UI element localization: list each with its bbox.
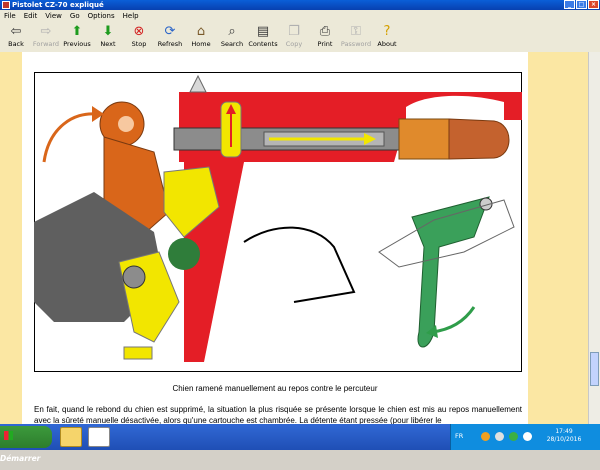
about-button[interactable]: ? About <box>371 24 403 51</box>
menu-view[interactable]: View <box>41 10 66 22</box>
menu-help[interactable]: Help <box>119 10 143 22</box>
clock-date: 28/10/2016 <box>546 436 582 443</box>
print-button[interactable]: ⎙ Print <box>309 24 341 51</box>
menu-options[interactable]: Options <box>84 10 119 22</box>
password-button[interactable]: ⚿ Password <box>340 24 372 51</box>
maximize-icon[interactable]: □ <box>576 0 587 9</box>
figure-caption: Chien ramené manuellement au repos contr… <box>172 384 378 393</box>
page-margin-left <box>0 52 22 424</box>
stop-button[interactable]: ⊗ Stop <box>123 24 155 51</box>
stop-icon: ⊗ <box>133 24 145 39</box>
page-margin-right <box>528 52 588 424</box>
scrollbar-thumb[interactable] <box>590 352 599 386</box>
clock[interactable]: 17:49 28/10/2016 <box>530 428 598 444</box>
copy-button[interactable]: ❐ Copy <box>278 24 310 51</box>
trigger-bar-disc <box>168 238 200 270</box>
home-icon: ⌂ <box>196 24 206 39</box>
toolbar: ⇦ Back ⇨ Forward ⬆ Previous ⬇ Next ⊗ Sto… <box>0 22 600 53</box>
cartridge-bullet <box>448 118 510 160</box>
refresh-button[interactable]: ⟳ Refresh <box>154 24 186 51</box>
back-button[interactable]: ⇦ Back <box>0 24 32 51</box>
search-button[interactable]: ⌕ Search <box>216 24 248 51</box>
printer-icon: ⎙ <box>319 24 331 39</box>
mainspring <box>123 346 153 360</box>
down-arrow-icon: ⬇ <box>102 24 114 39</box>
window-controls: _ □ × <box>564 0 599 10</box>
pistolet-app-taskbar-icon[interactable] <box>88 427 110 447</box>
hammer-pivot-mark <box>118 116 134 132</box>
pistol-mechanism-diagram <box>34 72 522 372</box>
app-icon <box>2 1 10 9</box>
vertical-scrollbar[interactable] <box>588 52 600 424</box>
tray-network-icon[interactable] <box>495 432 504 441</box>
forward-button[interactable]: ⇨ Forward <box>30 24 62 51</box>
back-arrow-icon: ⇦ <box>10 24 22 39</box>
explorer-folder-icon[interactable] <box>60 427 82 447</box>
copy-icon: ❐ <box>288 24 300 39</box>
minimize-icon[interactable]: _ <box>564 0 575 9</box>
clock-time: 17:49 <box>555 428 573 435</box>
refresh-icon: ⟳ <box>164 24 176 39</box>
cartridge-case <box>398 118 450 160</box>
question-icon: ? <box>383 24 391 39</box>
menu-file[interactable]: File <box>0 10 20 22</box>
tray-app-icon[interactable] <box>481 432 490 441</box>
tray-security-icon[interactable] <box>509 432 518 441</box>
menu-bar: File Edit View Go Options Help <box>0 10 600 22</box>
body-paragraph: En fait, quand le rebond du chien est su… <box>34 405 522 424</box>
forward-arrow-icon: ⇨ <box>40 24 52 39</box>
menu-edit[interactable]: Edit <box>20 10 42 22</box>
up-arrow-icon: ⬆ <box>71 24 83 39</box>
next-button[interactable]: ⬇ Next <box>92 24 124 51</box>
previous-button[interactable]: ⬆ Previous <box>61 24 93 51</box>
windows-logo-icon <box>4 431 13 440</box>
contents-button[interactable]: ▤ Contents <box>247 24 279 51</box>
close-icon[interactable]: × <box>588 0 599 9</box>
title-bar: Pistolet CZ-70 expliqué _ □ × <box>0 0 600 10</box>
menu-go[interactable]: Go <box>66 10 84 22</box>
search-icon: ⌕ <box>228 24 236 39</box>
window-title: Pistolet CZ-70 expliqué <box>12 1 104 9</box>
start-button[interactable]: Démarrer <box>0 426 52 463</box>
taskbar: Démarrer FR 17:49 28/10/2016 <box>0 424 600 463</box>
home-button[interactable]: ⌂ Home <box>185 24 217 51</box>
key-icon: ⚿ <box>351 24 361 39</box>
language-indicator[interactable]: FR <box>455 432 463 440</box>
page-content: Chien ramené manuellement au repos contr… <box>0 52 588 424</box>
contents-icon: ▤ <box>256 24 270 39</box>
hammer-pivot <box>122 265 146 289</box>
